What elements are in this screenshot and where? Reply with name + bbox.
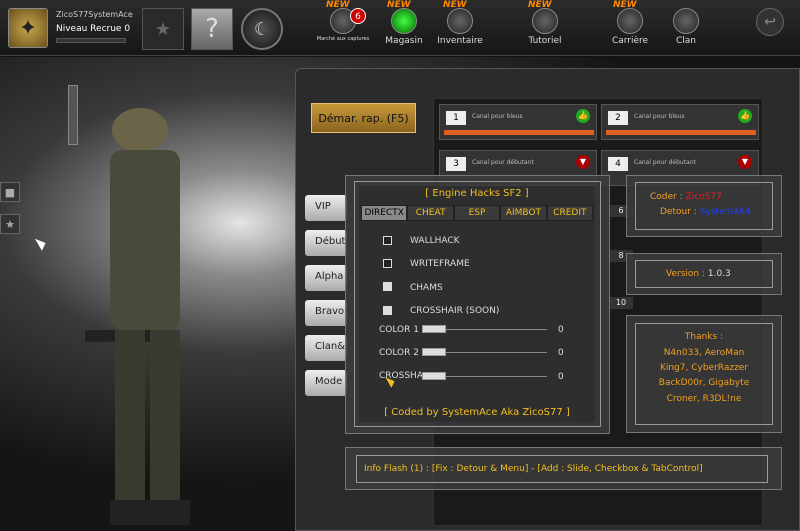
eagle-emblem-icon: ✦	[8, 8, 48, 48]
player-rank: Niveau Recrue 0	[56, 24, 131, 34]
square-icon[interactable]: ■	[0, 182, 20, 202]
color2-value: 0	[558, 348, 564, 358]
thanks-title: Thanks :	[684, 332, 724, 342]
channel-name: Canal pour bleus	[472, 113, 523, 120]
version-value: 1.0.3	[707, 269, 731, 279]
soldier-character	[85, 108, 190, 525]
mode-vip[interactable]: VIP	[305, 195, 347, 221]
restricted-icon: ▼	[576, 155, 590, 169]
new-tag: NEW	[528, 0, 552, 10]
inventory-button[interactable]: NEW Inventaire	[425, 0, 495, 54]
clan-emblem-icon[interactable]: ☾	[241, 8, 283, 50]
new-tag: NEW	[326, 0, 350, 10]
crosshair-checkbox[interactable]	[383, 306, 392, 315]
tutorial-icon	[532, 8, 558, 34]
quick-start-button[interactable]: Démar. rap. (F5)	[311, 103, 416, 133]
channel-number: 2	[608, 111, 628, 125]
channel-load-bar	[444, 130, 594, 135]
crosshair-slider-knob[interactable]	[422, 372, 446, 380]
detour-value: SystemX64	[699, 207, 751, 217]
color1-value: 0	[558, 325, 564, 335]
new-tag: NEW	[443, 0, 467, 10]
channel-name: Canal pour débutant	[472, 159, 534, 166]
channel-1[interactable]: 1 Canal pour bleus 👍	[439, 104, 597, 140]
shop-icon	[391, 8, 417, 34]
tab-credit[interactable]: CREDIT	[546, 205, 594, 221]
star-icon[interactable]: ★	[0, 214, 20, 234]
capture-market-button[interactable]: NEW 6 Marché aux captures	[308, 0, 378, 54]
xp-bar	[56, 38, 126, 43]
player-name: ZicoS77SystemAce	[56, 10, 133, 19]
info-flash-add: [Add : Slide, Checkbox & TabControl]	[537, 464, 703, 474]
chams-checkbox[interactable]	[383, 282, 392, 291]
channel-number: 1	[446, 111, 466, 125]
tab-directx[interactable]: DIRECTX	[361, 205, 408, 221]
notification-badge: 6	[350, 8, 366, 24]
thumbs-up-icon: 👍	[576, 109, 590, 123]
color2-label: COLOR 2	[379, 348, 419, 358]
tab-cheat[interactable]: CHEAT	[407, 205, 454, 221]
avatar[interactable]: ?	[191, 8, 233, 50]
mode-alpha[interactable]: Alpha	[305, 265, 347, 291]
channel-number: 3	[446, 157, 466, 171]
chams-label: CHAMS	[410, 283, 443, 293]
back-arrow-icon[interactable]: ↩	[756, 8, 784, 36]
writeframe-checkbox[interactable]	[383, 259, 392, 268]
new-tag: NEW	[387, 0, 411, 10]
scroll-handle[interactable]	[68, 85, 78, 145]
hack-menu-footer: [ Coded by SystemAce Aka ZicoS77 ]	[384, 407, 570, 418]
mode-clan[interactable]: Clan&	[305, 335, 347, 361]
clan-label: Clan	[675, 36, 696, 46]
tab-aimbot[interactable]: AIMBOT	[500, 205, 547, 221]
empty-slot-star-icon[interactable]: ★	[142, 8, 184, 50]
info-flash-separator: -	[531, 464, 535, 474]
tab-esp[interactable]: ESP	[453, 205, 501, 221]
hack-menu-title: [ Engine Hacks SF2 ]	[425, 188, 529, 199]
inventory-label: Inventaire	[437, 36, 483, 46]
info-flash-fix: [Fix : Detour & Menu]	[431, 464, 529, 474]
inventory-icon	[447, 8, 473, 34]
thanks-line: BackD00r, Gigabyte	[658, 378, 750, 388]
thanks-line: King7, CyberRazzer	[659, 363, 749, 373]
crosshair-value: 0	[558, 372, 564, 382]
mode-bravo[interactable]: Bravo	[305, 300, 347, 326]
crosshair-label: CROSSHAIR (SOON)	[410, 306, 500, 316]
tutorial-button[interactable]: NEW Tutoriel	[510, 0, 580, 54]
hack-menu-body	[359, 186, 595, 422]
clan-button[interactable]: Clan	[651, 4, 721, 54]
channel-load-bar	[606, 130, 756, 135]
capture-market-label: Marché aux captures	[316, 36, 370, 42]
version-label: Version :	[666, 269, 705, 279]
detour-label: Detour :	[660, 207, 697, 217]
coder-value: ZicoS77	[685, 192, 722, 202]
hack-menu-tabs: DIRECTX CHEAT ESP AIMBOT CREDIT	[361, 205, 594, 221]
new-tag: NEW	[613, 0, 637, 10]
mode-other[interactable]: Mode	[305, 370, 347, 396]
wallhack-checkbox[interactable]	[383, 236, 392, 245]
color1-label: COLOR 1	[379, 325, 419, 335]
thanks-line: N4n033, AeroMan	[663, 348, 745, 358]
mode-debutant[interactable]: Débuta	[305, 230, 352, 256]
coder-label: Coder :	[650, 192, 683, 202]
career-icon	[617, 8, 643, 34]
channel-name: Canal pour bleus	[634, 113, 685, 120]
tutorial-label: Tutoriel	[528, 36, 562, 46]
top-bar: ✦ ZicoS77SystemAce Niveau Recrue 0 ★ ? ☾…	[0, 0, 800, 56]
writeframe-label: WRITEFRAME	[410, 259, 470, 269]
channel-2[interactable]: 2 Canal pour bleus 👍	[601, 104, 759, 140]
restricted-icon: ▼	[738, 155, 752, 169]
thanks-line: Croner, R3DL!ne	[666, 394, 742, 404]
channel-name: Canal pour débutant	[634, 159, 696, 166]
info-flash-prefix: Info Flash (1) :	[364, 464, 429, 474]
clan-icon	[673, 8, 699, 34]
channel-number-10[interactable]: 10	[609, 297, 633, 309]
thumbs-up-icon: 👍	[738, 109, 752, 123]
wallhack-label: WALLHACK	[410, 236, 460, 246]
color1-slider-knob[interactable]	[422, 325, 446, 333]
color2-slider-knob[interactable]	[422, 348, 446, 356]
channel-number: 4	[608, 157, 628, 171]
